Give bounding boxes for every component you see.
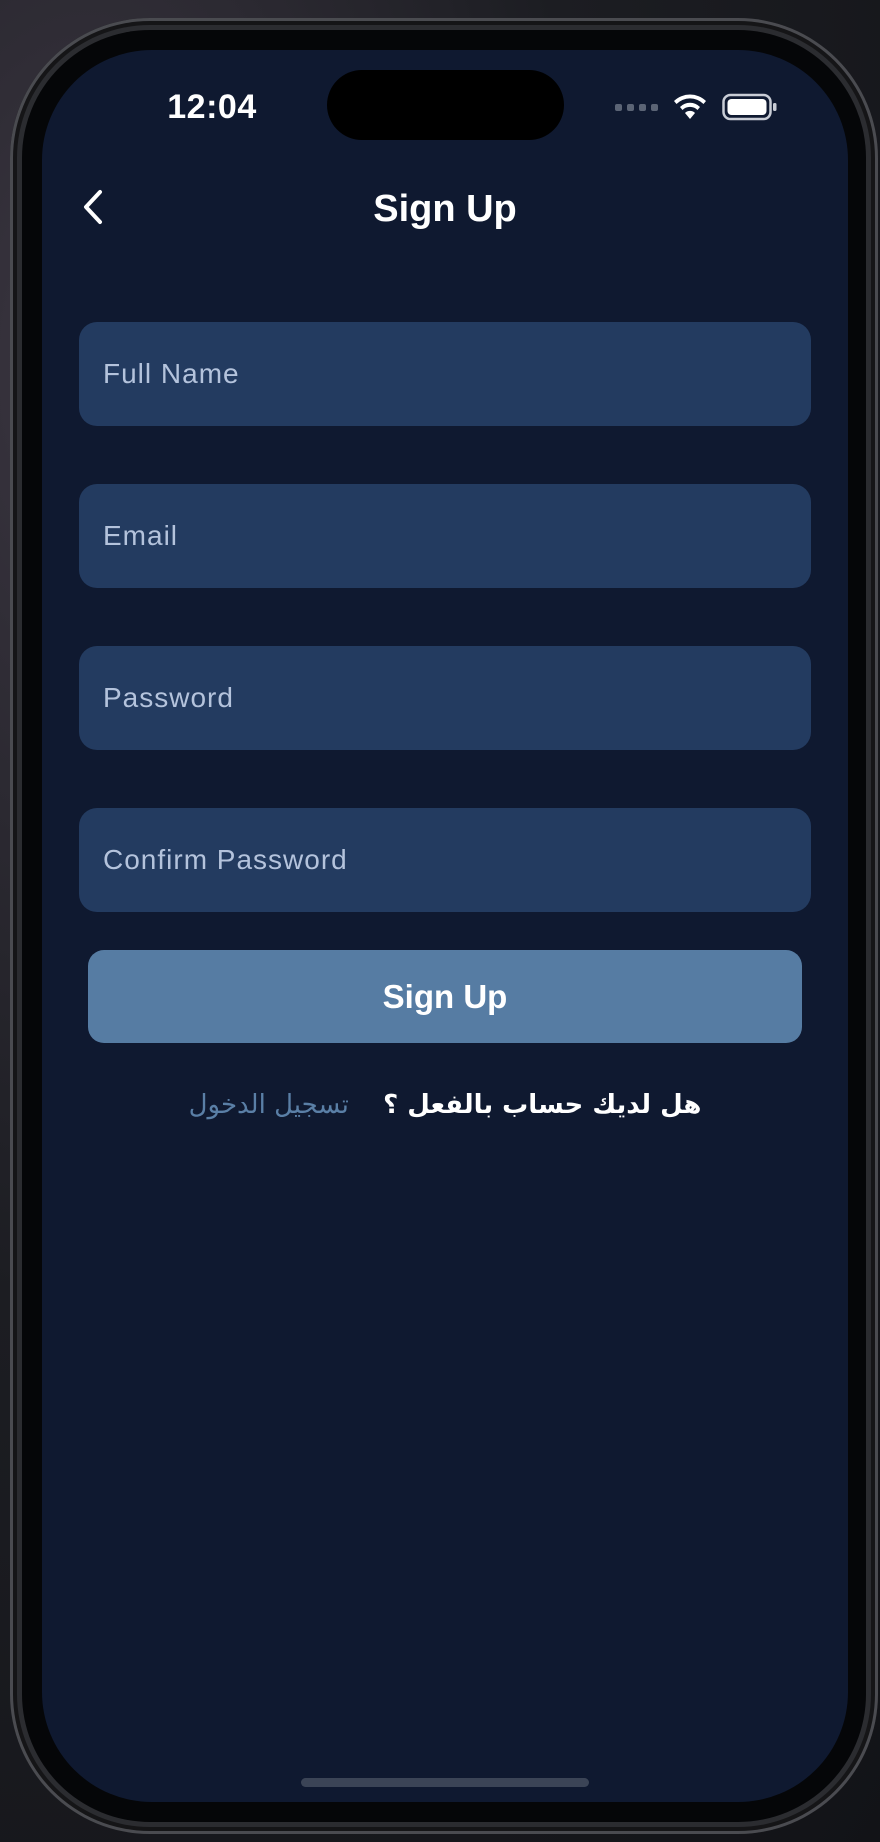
login-link[interactable]: تسجيل الدخول (189, 1090, 349, 1120)
dynamic-island (327, 70, 564, 140)
full-name-input[interactable] (79, 322, 811, 426)
confirm-password-input[interactable] (79, 808, 811, 912)
wifi-icon (674, 94, 706, 119)
status-time: 12:04 (167, 88, 257, 126)
signal-dots-icon (615, 103, 658, 111)
email-input[interactable] (79, 484, 811, 588)
login-prompt: هل لديك حساب بالفعل ؟ تسجيل الدخول (42, 1090, 848, 1120)
home-indicator[interactable] (301, 1778, 589, 1787)
app-screen: 12:04 Sign Up Sign Up هل لديك حساب بالفع… (42, 50, 848, 1802)
battery-icon (722, 93, 777, 121)
page-title: Sign Up (373, 188, 517, 230)
status-icons (615, 92, 778, 122)
login-question: هل لديك حساب بالفعل ؟ (383, 1090, 702, 1120)
password-input[interactable] (79, 646, 811, 750)
sign-up-button[interactable]: Sign Up (88, 950, 802, 1043)
